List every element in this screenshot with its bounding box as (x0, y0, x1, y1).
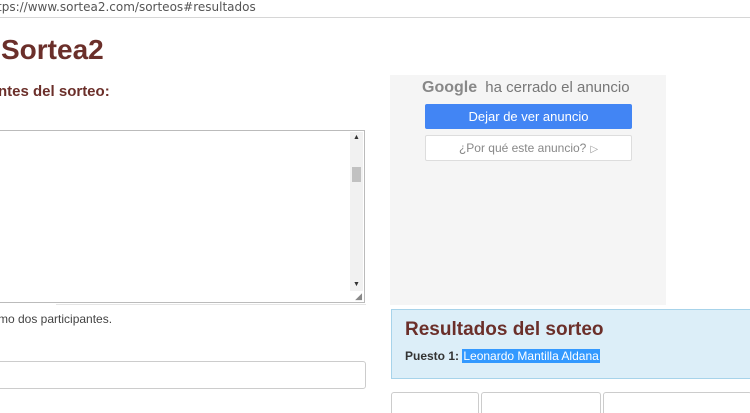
participants-textarea[interactable]: ▲ ▼ ◢ (0, 130, 365, 303)
scroll-up-arrow-icon[interactable]: ▲ (350, 132, 363, 144)
bottom-button-1[interactable] (391, 392, 479, 413)
ad-choices-icon: ▷ (590, 144, 599, 155)
participants-label: ntes del sorteo: (0, 83, 110, 100)
url-text: tps://www.sortea2.com/sorteos#resultados (0, 0, 256, 14)
why-ad-button[interactable]: ¿Por qué este anuncio? ▷ (425, 135, 632, 161)
bottom-button-3[interactable] (603, 392, 750, 413)
ad-closed-header: Google ha cerrado el anuncio (422, 79, 630, 97)
divider (56, 304, 366, 305)
textarea-scrollbar[interactable]: ▲ ▼ (350, 132, 363, 291)
secondary-input[interactable] (0, 361, 366, 389)
participants-hint: mo dos participantes. (0, 312, 113, 326)
ad-panel: Google ha cerrado el anuncio Dejar de ve… (390, 75, 666, 305)
ad-closed-text: ha cerrado el anuncio (485, 79, 630, 96)
google-logo-text: Google (422, 79, 478, 96)
resize-grip-icon[interactable]: ◢ (352, 291, 362, 301)
result-place-label: Puesto 1: (405, 349, 460, 363)
address-bar[interactable]: tps://www.sortea2.com/sorteos#resultados (0, 0, 750, 18)
scroll-thumb[interactable] (352, 167, 361, 182)
bottom-button-2[interactable] (481, 392, 601, 413)
scroll-down-arrow-icon[interactable]: ▼ (350, 279, 363, 291)
stop-ad-button[interactable]: Dejar de ver anuncio (425, 104, 632, 129)
results-title: Resultados del sorteo (405, 319, 604, 340)
results-panel: Resultados del sorteo Puesto 1: Leonardo… (391, 309, 750, 379)
why-ad-label: ¿Por qué este anuncio? (458, 141, 587, 155)
site-title[interactable]: Sortea2 (1, 33, 104, 67)
result-winner-name[interactable]: Leonardo Mantilla Aldana (462, 349, 600, 363)
result-row: Puesto 1: Leonardo Mantilla Aldana (405, 349, 600, 363)
